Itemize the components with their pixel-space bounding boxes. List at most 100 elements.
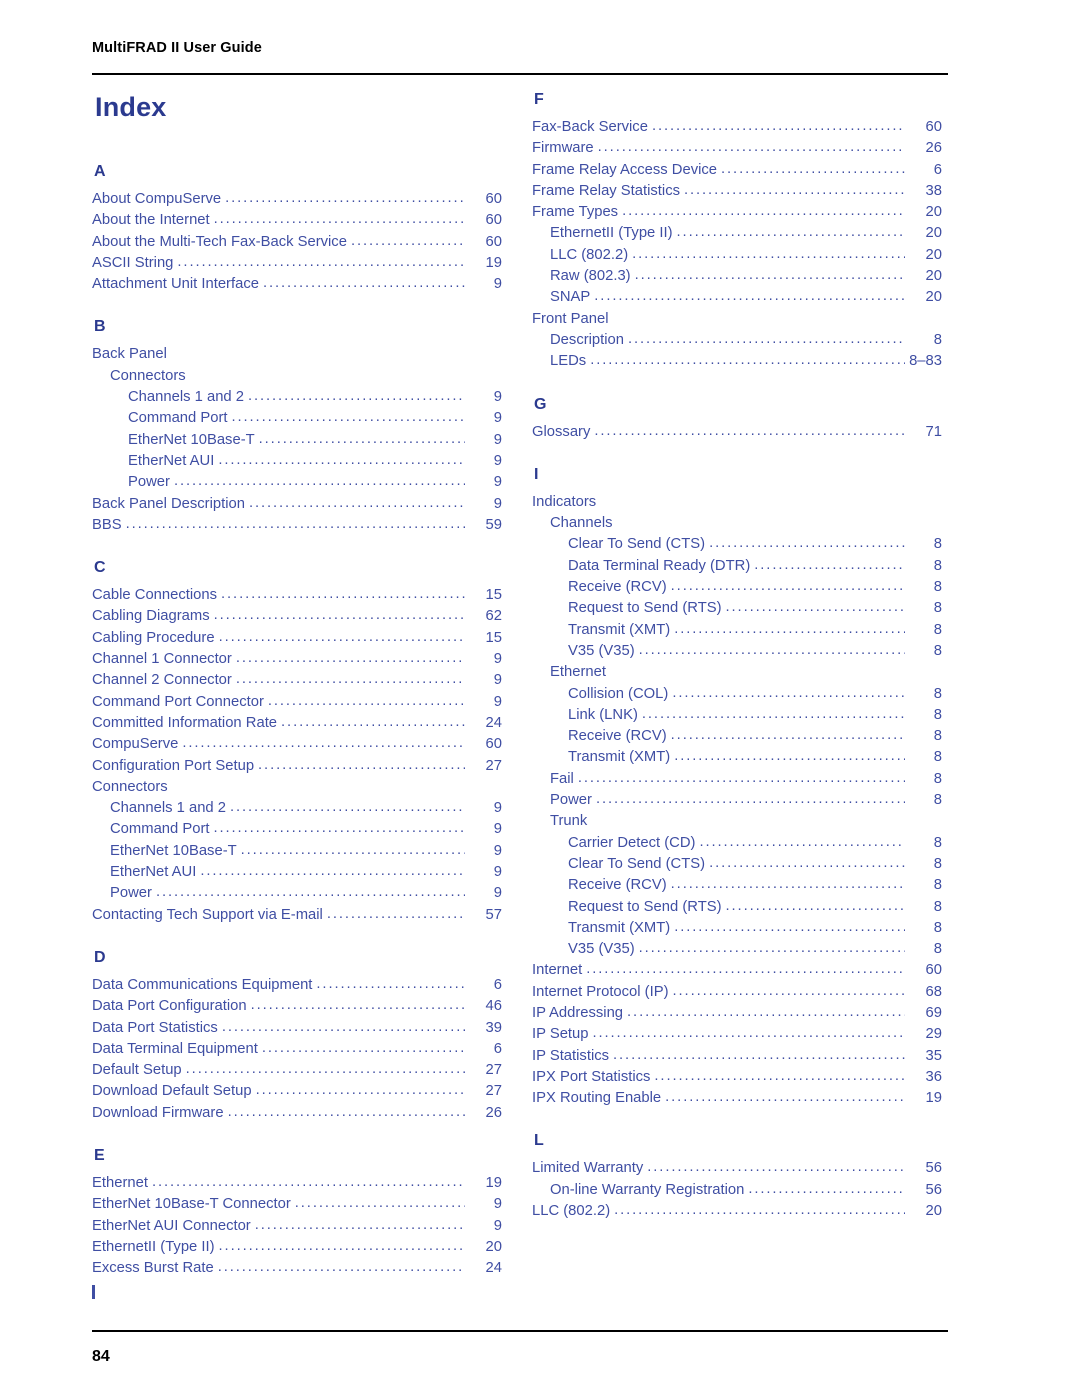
index-entry[interactable]: LLC (802.2).............................… — [532, 245, 942, 266]
index-entry[interactable]: IPX Routing Enable......................… — [532, 1088, 942, 1109]
index-entry[interactable]: Transmit (XMT)..........................… — [532, 747, 942, 768]
index-entry-page: 8 — [933, 792, 942, 809]
index-entry[interactable]: Back Panel..............................… — [92, 344, 502, 365]
index-entry[interactable]: Cabling Procedure.......................… — [92, 628, 502, 649]
index-entry[interactable]: LEDs....................................… — [532, 351, 942, 372]
index-entry[interactable]: EtherNet 10Base-T.......................… — [92, 430, 502, 451]
index-entry[interactable]: Receive (RCV)...........................… — [532, 875, 942, 896]
index-entry[interactable]: IP Addressing...........................… — [532, 1003, 942, 1024]
index-entry[interactable]: Frame Relay Statistics..................… — [532, 181, 942, 202]
index-entry[interactable]: EtherNet 10Base-T Connector.............… — [92, 1194, 502, 1215]
index-entry[interactable]: Transmit (XMT)..........................… — [532, 620, 942, 641]
index-entry[interactable]: V35 (V35)...............................… — [532, 641, 942, 662]
index-entry[interactable]: Channel 1 Connector.....................… — [92, 649, 502, 670]
index-entry[interactable]: Frame Types.............................… — [532, 202, 942, 223]
index-entry[interactable]: Power...................................… — [92, 472, 502, 493]
index-entry[interactable]: Channels 1 and 2........................… — [92, 387, 502, 408]
index-entry[interactable]: Power...................................… — [92, 883, 502, 904]
index-entry[interactable]: About the Multi-Tech Fax-Back Service...… — [92, 232, 502, 253]
index-entry[interactable]: Channel 2 Connector.....................… — [92, 670, 502, 691]
index-entry[interactable]: Contacting Tech Support via E-mail......… — [92, 905, 502, 926]
index-entry[interactable]: EtherNet 10Base-T.......................… — [92, 841, 502, 862]
index-entry[interactable]: Connectors..............................… — [92, 366, 502, 387]
index-entry-text: Committed Information Rate — [92, 714, 278, 731]
index-entry[interactable]: Data Communications Equipment...........… — [92, 975, 502, 996]
index-entry[interactable]: Command Port............................… — [92, 819, 502, 840]
index-entry[interactable]: Power...................................… — [532, 790, 942, 811]
index-entry[interactable]: Trunk...................................… — [532, 811, 942, 832]
index-entry[interactable]: On-line Warranty Registration...........… — [532, 1180, 942, 1201]
index-entry[interactable]: Fail....................................… — [532, 769, 942, 790]
index-entry[interactable]: Indicators..............................… — [532, 492, 942, 513]
index-entry[interactable]: Attachment Unit Interface...............… — [92, 274, 502, 295]
index-entry[interactable]: Data Port Statistics....................… — [92, 1018, 502, 1039]
index-entry[interactable]: Ethernet................................… — [532, 662, 942, 683]
index-entry[interactable]: BBS.....................................… — [92, 515, 502, 536]
index-entry[interactable]: Internet Protocol (IP)..................… — [532, 982, 942, 1003]
index-entry[interactable]: Description.............................… — [532, 330, 942, 351]
index-entry-leader: ........................................… — [262, 275, 465, 292]
index-entry[interactable]: IP Statistics...........................… — [532, 1046, 942, 1067]
index-entry[interactable]: Download Default Setup..................… — [92, 1081, 502, 1102]
index-entry[interactable]: Clear To Send (CTS).....................… — [532, 534, 942, 555]
index-entry[interactable]: Data Terminal Ready (DTR)...............… — [532, 556, 942, 577]
index-entry[interactable]: LLC (802.2).............................… — [532, 1201, 942, 1222]
index-entry[interactable]: Limited Warranty........................… — [532, 1158, 942, 1179]
index-entry[interactable]: V35 (V35)...............................… — [532, 939, 942, 960]
index-entry[interactable]: EtherNet AUI Connector..................… — [92, 1216, 502, 1237]
index-entry[interactable]: Carrier Detect (CD).....................… — [532, 833, 942, 854]
index-entry[interactable]: Front Panel.............................… — [532, 309, 942, 330]
index-entry[interactable]: ASCII String............................… — [92, 253, 502, 274]
index-entry[interactable]: Ethernet................................… — [92, 1173, 502, 1194]
index-entry[interactable]: Request to Send (RTS)...................… — [532, 598, 942, 619]
index-entry[interactable]: Receive (RCV)...........................… — [532, 726, 942, 747]
index-entry[interactable]: Clear To Send (CTS).....................… — [532, 854, 942, 875]
index-entry[interactable]: SNAP....................................… — [532, 287, 942, 308]
index-entry[interactable]: Glossary................................… — [532, 422, 942, 443]
index-entry[interactable]: Transmit (XMT)..........................… — [532, 918, 942, 939]
index-entry[interactable]: Download Firmware.......................… — [92, 1103, 502, 1124]
index-entry-text: Transmit (XMT) — [568, 621, 671, 638]
index-entry[interactable]: Cabling Diagrams........................… — [92, 606, 502, 627]
index-entry[interactable]: Receive (RCV)...........................… — [532, 577, 942, 598]
index-entry-leader: ........................................… — [240, 841, 465, 858]
index-entry[interactable]: Channels 1 and 2........................… — [92, 798, 502, 819]
index-entry[interactable]: Connectors..............................… — [92, 777, 502, 798]
index-entry[interactable]: Request to Send (RTS)...................… — [532, 897, 942, 918]
index-entry[interactable]: Collision (COL).........................… — [532, 684, 942, 705]
index-entry[interactable]: Fax-Back Service........................… — [532, 117, 942, 138]
index-entry[interactable]: EtherNet AUI............................… — [92, 451, 502, 472]
index-entry[interactable]: About CompuServe........................… — [92, 189, 502, 210]
index-entry[interactable]: Internet................................… — [532, 960, 942, 981]
index-entry[interactable]: Command Port Connector..................… — [92, 692, 502, 713]
index-entry-text: Indicators — [532, 493, 597, 510]
index-entry[interactable]: Data Port Configuration.................… — [92, 996, 502, 1017]
index-entry[interactable]: EthernetII (Type II)....................… — [92, 1237, 502, 1258]
index-entry[interactable]: Command Port............................… — [92, 408, 502, 429]
index-entry-leader: ........................................… — [213, 820, 465, 837]
index-entry-page: 59 — [485, 516, 502, 533]
index-entry-leader: ........................................… — [218, 628, 465, 645]
running-head: MultiFRAD II User Guide — [92, 40, 262, 56]
index-entry[interactable]: Frame Relay Access Device...............… — [532, 160, 942, 181]
index-section-letter: C — [94, 559, 106, 577]
index-entry[interactable]: Cable Connections.......................… — [92, 585, 502, 606]
index-entry[interactable]: CompuServe..............................… — [92, 734, 502, 755]
index-entry[interactable]: About the Internet......................… — [92, 210, 502, 231]
index-entry[interactable]: Channels................................… — [532, 513, 942, 534]
index-entry[interactable]: EthernetII (Type II)....................… — [532, 223, 942, 244]
index-entry[interactable]: Configuration Port Setup................… — [92, 756, 502, 777]
index-entry-leader: ........................................… — [326, 905, 465, 922]
index-entry[interactable]: Committed Information Rate..............… — [92, 713, 502, 734]
index-entry[interactable]: Link (LNK)..............................… — [532, 705, 942, 726]
index-entry[interactable]: Firmware................................… — [532, 138, 942, 159]
index-entry[interactable]: Data Terminal Equipment.................… — [92, 1039, 502, 1060]
index-entry[interactable]: Raw (802.3).............................… — [532, 266, 942, 287]
index-entry[interactable]: Default Setup...........................… — [92, 1060, 502, 1081]
index-entry[interactable]: IP Setup................................… — [532, 1024, 942, 1045]
index-entry[interactable]: EtherNet AUI............................… — [92, 862, 502, 883]
index-entry[interactable]: IPX Port Statistics.....................… — [532, 1067, 942, 1088]
index-entry[interactable]: Back Panel Description..................… — [92, 494, 502, 515]
index-entry[interactable]: Excess Burst Rate.......................… — [92, 1258, 502, 1279]
index-entry-text: Raw (802.3) — [550, 268, 631, 285]
